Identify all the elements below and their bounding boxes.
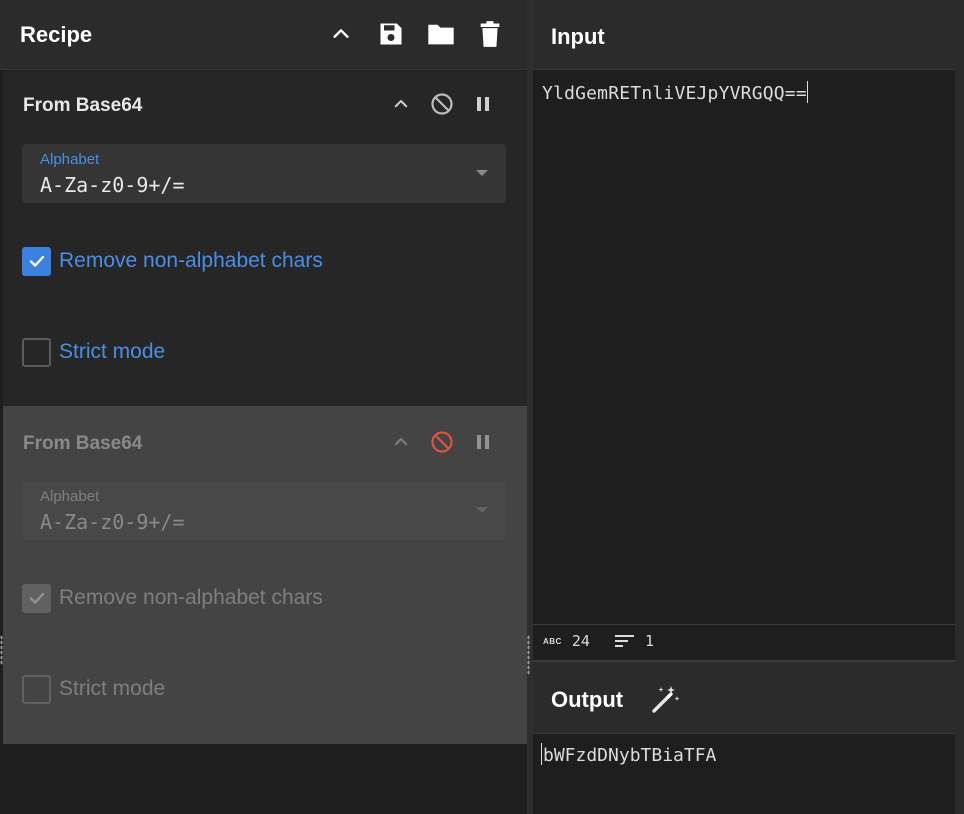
strict-mode-checkbox[interactable] (22, 337, 51, 367)
trash-icon (480, 21, 500, 47)
folder-icon (428, 24, 454, 45)
checkmark-icon (29, 255, 44, 267)
remove-nonalphabet-checkbox[interactable] (22, 583, 51, 613)
operation-title: From Base64 (23, 95, 143, 116)
resize-handle[interactable] (0, 635, 3, 665)
alphabet-select[interactable]: Alphabet A-Za-z0-9+/= (22, 481, 506, 540)
clear-recipe-button[interactable] (474, 18, 506, 50)
output-value: bWFzdDNybTBiaTFA (543, 745, 717, 766)
alphabet-value: A-Za-z0-9+/= (40, 510, 185, 534)
disable-operation-button[interactable] (428, 90, 456, 118)
lines-stat: 1 (615, 632, 654, 650)
resize-handle[interactable] (527, 635, 530, 675)
strict-mode-label: Strict mode (59, 677, 166, 700)
input-value: YldGemRETnliVEJpYVRGQQ== (542, 83, 807, 104)
remove-nonalphabet-option[interactable]: Remove non-alphabet chars (22, 583, 323, 613)
breakpoint-button[interactable] (469, 428, 497, 456)
input-textarea[interactable]: YldGemRETnliVEJpYVRGQQ== (533, 71, 955, 623)
breakpoint-button[interactable] (469, 90, 497, 118)
alphabet-select[interactable]: Alphabet A-Za-z0-9+/= (22, 144, 506, 203)
chevron-up-icon (394, 438, 408, 446)
strict-mode-label: Strict mode (59, 340, 166, 363)
remove-nonalphabet-label: Remove non-alphabet chars (59, 586, 323, 609)
save-recipe-button[interactable] (375, 18, 407, 50)
disable-icon (431, 93, 453, 115)
pause-icon (477, 97, 489, 111)
text-cursor (806, 81, 808, 103)
collapse-all-button[interactable] (325, 18, 357, 50)
operation-from-base64-1: From Base64 Alphabet A-Za-z0-9+/= Remove… (3, 71, 527, 406)
recipe-pane: Recipe From Base64 Alphabet A-Za-z0-9+/=… (0, 0, 527, 814)
remove-nonalphabet-label: Remove non-alphabet chars (59, 249, 323, 272)
strict-mode-option[interactable]: Strict mode (22, 337, 165, 367)
collapse-operation-button[interactable] (387, 428, 415, 456)
text-cursor (541, 743, 542, 765)
disable-operation-button[interactable] (428, 428, 456, 456)
output-textarea[interactable]: bWFzdDNybTBiaTFA (533, 735, 955, 814)
alphabet-label: Alphabet (40, 151, 100, 168)
pause-icon (477, 435, 489, 449)
load-recipe-button[interactable] (425, 18, 457, 50)
strict-mode-option[interactable]: Strict mode (22, 674, 165, 704)
length-value: 24 (571, 632, 590, 650)
length-stat: ABC 24 (543, 632, 590, 650)
input-status-bar: ABC 24 1 (533, 624, 955, 658)
checkmark-icon (29, 592, 44, 604)
input-text: YldGemRETnliVEJpYVRGQQ== (542, 81, 808, 104)
lines-value: 1 (645, 632, 655, 650)
alphabet-value: A-Za-z0-9+/= (40, 173, 185, 197)
chevron-up-icon (394, 100, 408, 108)
output-title: Output (551, 687, 624, 712)
collapse-operation-button[interactable] (387, 90, 415, 118)
lines-icon (615, 635, 634, 647)
alphabet-label: Alphabet (40, 488, 100, 505)
recipe-header: Recipe (0, 0, 527, 70)
magic-wand-icon (652, 686, 680, 713)
disable-icon (431, 431, 453, 453)
recipe-title: Recipe (20, 22, 93, 47)
output-text: bWFzdDNybTBiaTFA (541, 743, 716, 766)
dropdown-caret-icon (476, 507, 488, 513)
chevron-up-icon (333, 29, 349, 38)
output-header: Output (533, 660, 955, 734)
operation-title: From Base64 (23, 433, 143, 454)
remove-nonalphabet-checkbox[interactable] (22, 246, 51, 276)
abc-icon: ABC (543, 636, 562, 646)
right-edge (955, 0, 964, 814)
remove-nonalphabet-option[interactable]: Remove non-alphabet chars (22, 246, 323, 276)
cyberchef-app: Recipe From Base64 Alphabet A-Za-z0-9+/=… (0, 0, 964, 814)
magic-wand-button[interactable] (649, 684, 681, 716)
input-header: Input (533, 0, 955, 70)
strict-mode-checkbox[interactable] (22, 674, 51, 704)
input-title: Input (551, 24, 605, 49)
operation-from-base64-2: From Base64 Alphabet A-Za-z0-9+/= Remove… (3, 406, 527, 744)
save-icon (380, 23, 402, 45)
dropdown-caret-icon (476, 170, 488, 176)
